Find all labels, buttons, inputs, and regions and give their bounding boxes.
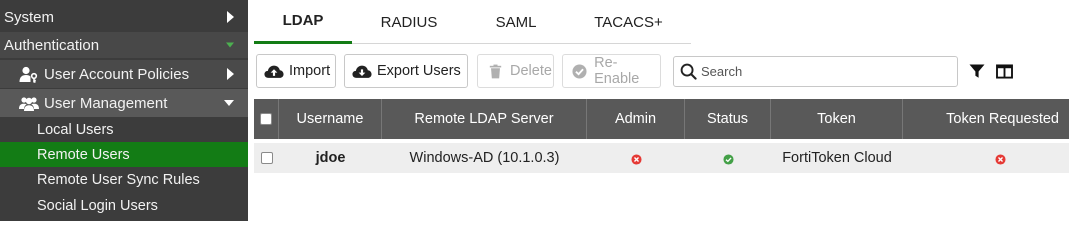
select-all-cell xyxy=(254,99,279,139)
status-cell xyxy=(685,143,771,173)
chevron-right-icon xyxy=(227,11,234,23)
user-key-icon xyxy=(18,65,40,83)
tab-ldap[interactable]: LDAP xyxy=(254,0,352,44)
columns-icon[interactable] xyxy=(995,62,1013,80)
column-header-token-requested[interactable]: Token Requested xyxy=(903,99,1069,139)
username-cell: jdoe xyxy=(315,150,346,166)
sidebar-item-authentication[interactable]: Authentication xyxy=(0,32,248,58)
select-all-checkbox[interactable] xyxy=(260,113,272,125)
cloud-upload-icon xyxy=(263,62,285,80)
column-header-token[interactable]: Token xyxy=(771,99,903,139)
sidebar-item-user-account-policies[interactable]: User Account Policies xyxy=(0,60,248,88)
sidebar-item-label: Remote Users xyxy=(37,146,130,163)
filter-icon[interactable] xyxy=(968,62,986,80)
sidebar-item-label: System xyxy=(4,8,55,26)
users-icon xyxy=(18,94,40,112)
export-users-button[interactable]: Export Users xyxy=(344,54,468,88)
chevron-right-icon xyxy=(227,68,234,80)
table-header: Username Remote LDAP Server Admin Status… xyxy=(254,99,1069,139)
chevron-down-icon xyxy=(224,100,234,106)
remote-ldap-server-cell: Windows-AD (10.1.0.3) xyxy=(409,150,560,166)
sidebar-item-label: Local Users xyxy=(37,121,114,138)
row-select-cell xyxy=(254,143,279,173)
row-checkbox[interactable] xyxy=(260,152,273,164)
column-header-admin[interactable]: Admin xyxy=(587,99,685,139)
sidebar-item-label: Social Login Users xyxy=(37,197,158,214)
column-header-remote-ldap-server[interactable]: Remote LDAP Server xyxy=(382,99,587,139)
check-circle-icon xyxy=(722,153,734,165)
sidebar-item-label: User Management xyxy=(44,94,168,112)
delete-button-label: Delete xyxy=(510,63,552,79)
tab-saml[interactable]: SAML xyxy=(466,0,566,44)
tab-radius[interactable]: RADIUS xyxy=(352,0,466,44)
trash-icon xyxy=(484,62,506,80)
sidebar-item-user-management[interactable]: User Management xyxy=(0,89,248,117)
search-icon xyxy=(680,63,697,80)
admin-cell xyxy=(587,143,685,173)
token-cell: FortiToken Cloud xyxy=(782,150,892,166)
import-button[interactable]: Import xyxy=(256,54,336,88)
sidebar-item-label: Remote User Sync Rules xyxy=(37,171,200,188)
tab-tacacs[interactable]: TACACS+ xyxy=(566,0,691,44)
column-header-status[interactable]: Status xyxy=(685,99,771,139)
x-circle-icon xyxy=(630,153,642,165)
tab-bar: LDAP RADIUS SAML TACACS+ xyxy=(254,0,691,44)
search-input[interactable] xyxy=(701,64,941,79)
sidebar: System Authentication User Account Polic… xyxy=(0,0,248,221)
sidebar-item-label: User Account Policies xyxy=(44,65,190,83)
chevron-down-icon xyxy=(226,42,234,48)
sidebar-item-system[interactable]: System xyxy=(0,4,248,30)
sidebar-item-remote-user-sync-rules[interactable]: Remote User Sync Rules xyxy=(0,167,248,192)
cloud-download-icon xyxy=(351,62,373,80)
import-button-label: Import xyxy=(289,63,331,79)
re-enable-button[interactable]: Re-Enable xyxy=(562,54,661,88)
sidebar-item-local-users[interactable]: Local Users xyxy=(0,117,248,142)
sidebar-item-social-login-users[interactable]: Social Login Users xyxy=(0,193,248,218)
delete-button[interactable]: Delete xyxy=(477,54,554,88)
check-circle-icon xyxy=(569,62,590,80)
x-circle-icon xyxy=(994,153,1006,165)
export-users-button-label: Export Users xyxy=(377,63,461,79)
table-row[interactable]: jdoe Windows-AD (10.1.0.3) FortiToken Cl… xyxy=(254,143,1069,173)
sidebar-item-label: Authentication xyxy=(4,36,100,54)
re-enable-button-label: Re-Enable xyxy=(594,55,640,87)
column-header-username[interactable]: Username xyxy=(279,99,382,139)
sidebar-item-remote-users[interactable]: Remote Users xyxy=(0,142,248,167)
search-box xyxy=(673,56,958,87)
token-requested-cell xyxy=(903,143,1069,173)
